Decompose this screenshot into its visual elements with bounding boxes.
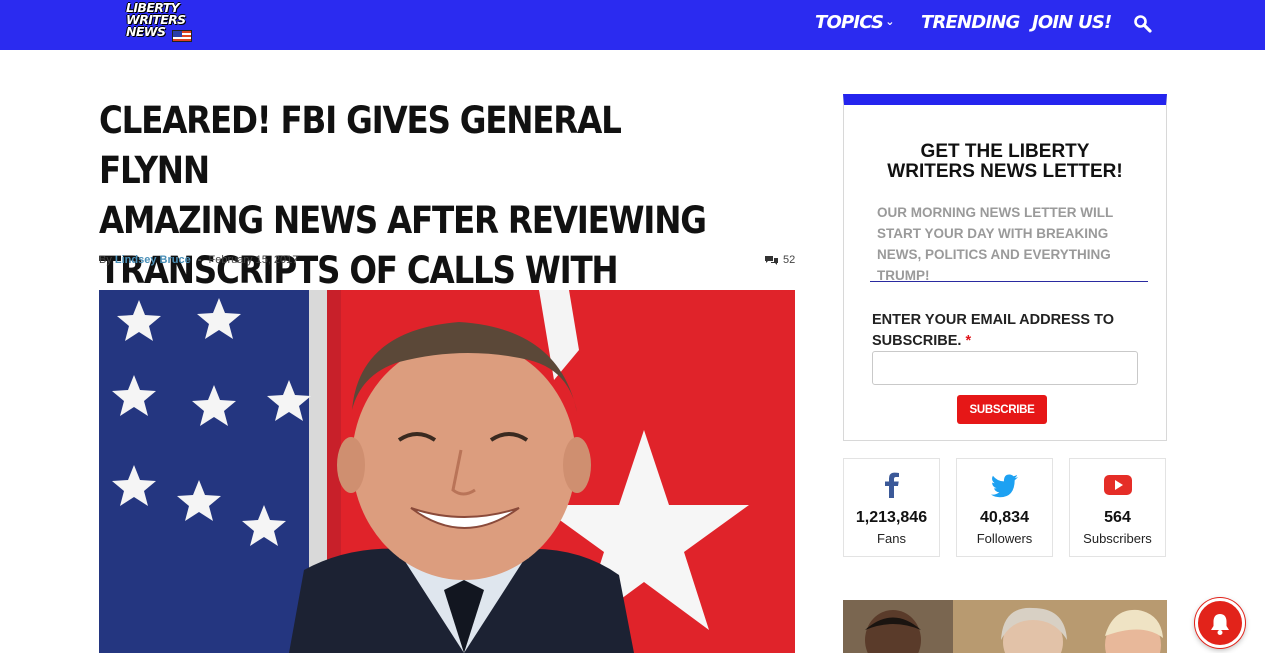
youtube-count: 564	[1104, 509, 1131, 526]
comment-count-link[interactable]: 52	[765, 254, 795, 266]
youtube-label: Subscribers	[1083, 531, 1152, 546]
byline-separator: -	[197, 254, 202, 266]
byline-prefix: By	[99, 254, 112, 266]
youtube-icon	[1104, 475, 1132, 495]
related-article-thumbnail[interactable]	[843, 600, 1167, 653]
nav-trending-label: TRENDING	[921, 12, 1020, 33]
article-byline: By Lindsey Bruce - February 15, 2017	[99, 254, 298, 266]
twitter-counter[interactable]: 40,834 Followers	[956, 458, 1053, 557]
nav-join-label: JOIN US!	[1032, 12, 1112, 33]
comments-icon	[765, 256, 778, 265]
youtube-counter[interactable]: 564 Subscribers	[1069, 458, 1166, 557]
facebook-icon	[885, 472, 899, 498]
notification-bell-button[interactable]	[1195, 598, 1245, 648]
facebook-count: 1,213,846	[855, 509, 928, 526]
required-mark: *	[965, 333, 972, 349]
headline-line-2: AMAZING NEWS AFTER REVIEWING	[99, 199, 707, 242]
email-label-text: ENTER YOUR EMAIL ADDRESS TO SUBSCRIBE.	[872, 312, 1114, 349]
newsletter-title-line-2: WRITERS NEWS LETTER!	[887, 161, 1123, 182]
newsletter-divider	[870, 281, 1148, 282]
facebook-label: Fans	[877, 531, 906, 546]
publish-date: February 15, 2017	[208, 254, 299, 266]
nav-topics[interactable]: TOPICS ⌄	[815, 12, 894, 38]
chevron-down-icon: ⌄	[885, 15, 894, 28]
twitter-icon	[991, 474, 1018, 498]
facebook-counter[interactable]: 1,213,846 Fans	[843, 458, 940, 557]
twitter-label: Followers	[976, 531, 1033, 546]
author-link[interactable]: Lindsey Bruce	[115, 254, 191, 266]
site-logo[interactable]: LIBERTY WRITERS NEWS	[126, 1, 196, 46]
nav-join-us[interactable]: JOIN US!	[1032, 12, 1112, 38]
email-field-label: ENTER YOUR EMAIL ADDRESS TO SUBSCRIBE. *	[872, 310, 1142, 352]
newsletter-title: GET THE LIBERTY WRITERS NEWS LETTER!	[844, 142, 1166, 182]
comment-count: 52	[783, 254, 796, 266]
us-flag-icon	[172, 30, 192, 42]
search-icon[interactable]	[1133, 14, 1153, 34]
nav-topics-label: TOPICS	[815, 12, 884, 33]
article-hero-image[interactable]	[99, 290, 795, 653]
newsletter-description: OUR MORNING NEWS LETTER WILL START YOUR …	[877, 205, 1113, 283]
subscribe-button[interactable]: SUBSCRIBE	[957, 395, 1047, 424]
email-input[interactable]	[872, 351, 1138, 385]
newsletter-title-line-1: GET THE LIBERTY	[920, 141, 1090, 162]
bell-icon	[1211, 614, 1229, 635]
nav-trending[interactable]: TRENDING	[921, 12, 1020, 38]
twitter-count: 40,834	[980, 509, 1029, 526]
top-navigation-bar: LIBERTY WRITERS NEWS TOPICS ⌄ TRENDING JO…	[0, 0, 1265, 50]
newsletter-widget: GET THE LIBERTY WRITERS NEWS LETTER! OUR…	[843, 94, 1167, 441]
headline-line-1: CLEARED! FBI GIVES GENERAL FLYNN	[99, 99, 622, 192]
